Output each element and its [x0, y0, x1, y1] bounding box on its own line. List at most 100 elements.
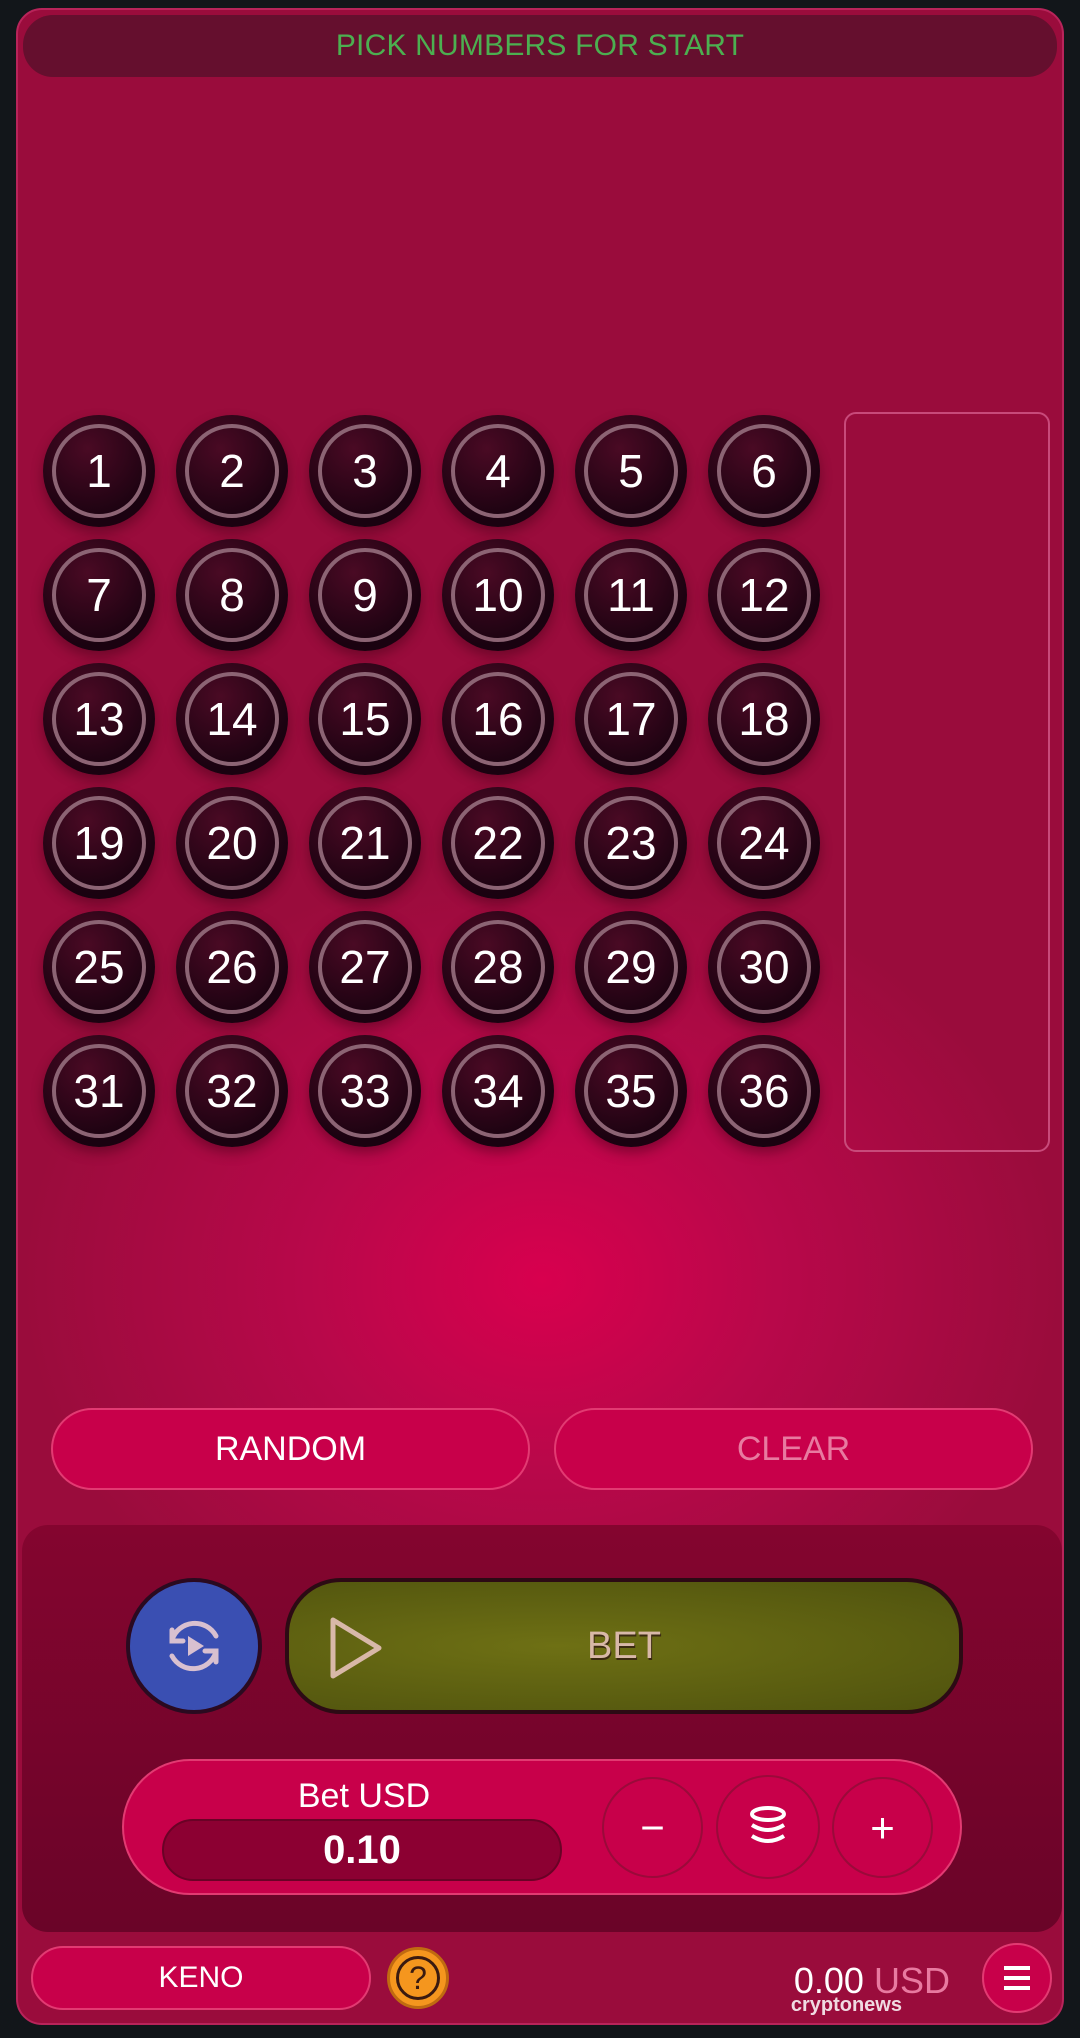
number-label: 16	[472, 693, 524, 745]
control-panel: BET Bet USD 0.10 − +	[22, 1525, 1062, 1932]
number-label: 9	[352, 569, 378, 621]
number-label: 1	[86, 445, 112, 497]
number-ball[interactable]: 20	[176, 787, 288, 899]
number-label: 10	[472, 569, 524, 621]
number-ball[interactable]: 15	[309, 663, 421, 775]
number-ball[interactable]: 5	[575, 415, 687, 527]
number-label: 7	[86, 569, 112, 621]
number-label: 14	[206, 693, 258, 745]
clear-label: CLEAR	[736, 1429, 851, 1468]
number-ball[interactable]: 13	[43, 663, 155, 775]
number-ball[interactable]: 1	[43, 415, 155, 527]
number-ball[interactable]: 35	[575, 1035, 687, 1147]
number-label: 5	[618, 445, 644, 497]
number-label: 29	[605, 941, 657, 993]
bet-amount-panel: Bet USD 0.10 − +	[122, 1759, 962, 1895]
number-ball[interactable]: 18	[708, 663, 820, 775]
number-ball[interactable]: 34	[442, 1035, 554, 1147]
number-label: 35	[605, 1065, 657, 1117]
number-ball[interactable]: 3	[309, 415, 421, 527]
number-ball[interactable]: 26	[176, 911, 288, 1023]
number-label: 28	[472, 941, 524, 993]
number-ball[interactable]: 21	[309, 787, 421, 899]
game-name: KENO	[158, 1961, 244, 1994]
number-label: 11	[607, 569, 655, 621]
number-ball[interactable]: 29	[575, 911, 687, 1023]
coins-stack-icon	[750, 1806, 786, 1843]
number-label: 2	[219, 445, 245, 497]
play-icon	[330, 1617, 382, 1679]
autoplay-button[interactable]	[126, 1578, 262, 1714]
number-ball[interactable]: 7	[43, 539, 155, 651]
number-label: 23	[605, 817, 657, 869]
number-ball[interactable]: 16	[442, 663, 554, 775]
number-label: 6	[751, 445, 777, 497]
watermark: cryptonews	[790, 1994, 902, 2016]
bet-amount-label: Bet USD	[297, 1777, 431, 1815]
number-ball[interactable]: 36	[708, 1035, 820, 1147]
menu-button[interactable]	[982, 1943, 1052, 2013]
minus-icon: −	[640, 1803, 665, 1851]
number-ball[interactable]: 11	[575, 539, 687, 651]
number-ball[interactable]: 30	[708, 911, 820, 1023]
number-ball[interactable]: 8	[176, 539, 288, 651]
number-label: 22	[472, 817, 524, 869]
number-ball[interactable]: 25	[43, 911, 155, 1023]
help-button[interactable]: ?	[387, 1947, 449, 2009]
number-label: 36	[738, 1065, 790, 1117]
number-ball[interactable]: 32	[176, 1035, 288, 1147]
bet-amount-value: 0.10	[323, 1827, 401, 1872]
number-label: 12	[738, 569, 790, 621]
number-label: 18	[738, 693, 790, 745]
number-label: 15	[339, 693, 391, 745]
number-ball[interactable]: 6	[708, 415, 820, 527]
bet-button[interactable]: BET	[285, 1578, 963, 1714]
bet-label: BET	[587, 1624, 661, 1667]
number-ball[interactable]: 17	[575, 663, 687, 775]
question-icon: ?	[396, 1956, 440, 2000]
game-name-button[interactable]: KENO	[31, 1946, 371, 2010]
number-label: 19	[73, 817, 125, 869]
number-label: 30	[738, 941, 790, 993]
payout-panel	[844, 412, 1050, 1152]
plus-icon: +	[870, 1803, 895, 1851]
hamburger-menu-icon	[1004, 1966, 1030, 1990]
number-label: 25	[73, 941, 125, 993]
number-ball[interactable]: 24	[708, 787, 820, 899]
number-ball[interactable]: 12	[708, 539, 820, 651]
number-ball[interactable]: 14	[176, 663, 288, 775]
number-label: 20	[206, 817, 258, 869]
number-label: 8	[219, 569, 245, 621]
number-ball[interactable]: 23	[575, 787, 687, 899]
number-ball[interactable]: 9	[309, 539, 421, 651]
number-ball[interactable]: 27	[309, 911, 421, 1023]
number-label: 17	[605, 693, 657, 745]
number-label: 21	[339, 817, 391, 869]
number-label: 27	[339, 941, 391, 993]
random-button[interactable]: RANDOM	[51, 1408, 530, 1490]
status-bar: PICK NUMBERS FOR START	[23, 15, 1057, 77]
number-label: 26	[206, 941, 258, 993]
status-message: PICK NUMBERS FOR START	[335, 29, 745, 62]
number-label: 13	[73, 693, 125, 745]
number-ball[interactable]: 22	[442, 787, 554, 899]
number-ball[interactable]: 31	[43, 1035, 155, 1147]
number-ball[interactable]: 4	[442, 415, 554, 527]
clear-button[interactable]: CLEAR	[554, 1408, 1033, 1490]
coins-button[interactable]	[716, 1775, 820, 1879]
autoplay-refresh-icon	[169, 1620, 219, 1672]
bet-amount-input[interactable]: 0.10	[162, 1819, 562, 1881]
number-ball[interactable]: 10	[442, 539, 554, 651]
number-label: 24	[738, 817, 790, 869]
random-label: RANDOM	[214, 1429, 367, 1468]
number-label: 33	[339, 1065, 391, 1117]
increase-bet-button[interactable]: +	[832, 1777, 933, 1878]
number-ball[interactable]: 2	[176, 415, 288, 527]
number-ball[interactable]: 33	[309, 1035, 421, 1147]
number-label: 32	[206, 1065, 258, 1117]
number-label: 3	[352, 445, 378, 497]
number-ball[interactable]: 19	[43, 787, 155, 899]
number-ball[interactable]: 28	[442, 911, 554, 1023]
decrease-bet-button[interactable]: −	[602, 1777, 703, 1878]
number-label: 31	[73, 1065, 125, 1117]
